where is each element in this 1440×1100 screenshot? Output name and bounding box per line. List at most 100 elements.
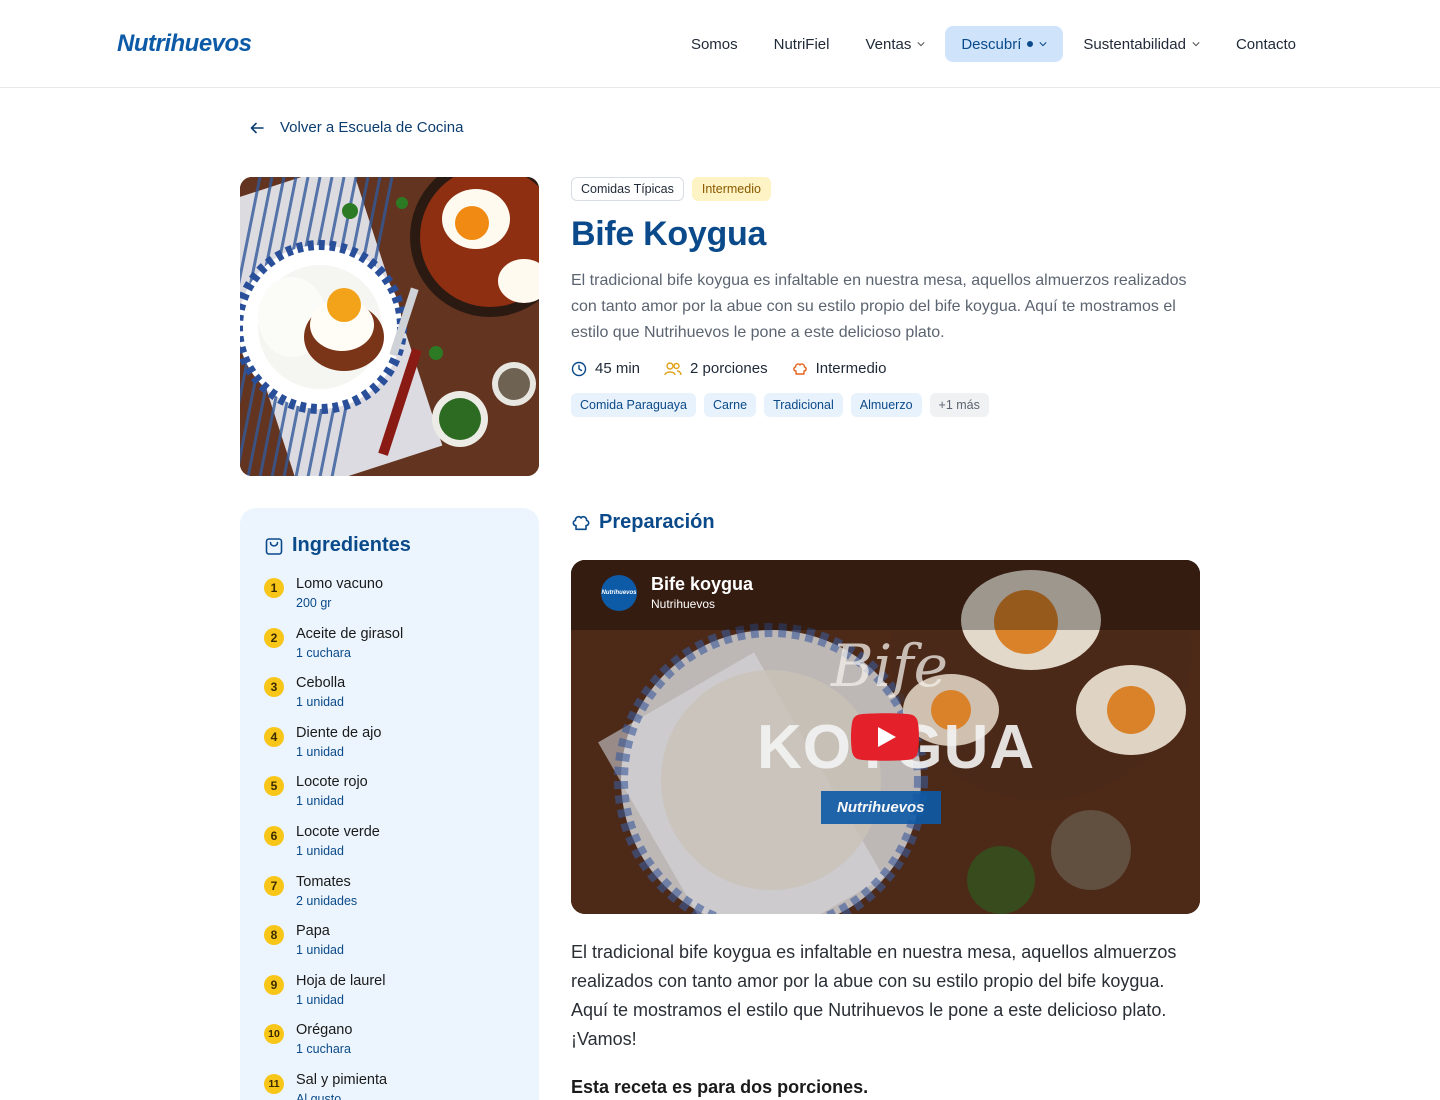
ingredient-qty: Al gusto bbox=[296, 1091, 342, 1100]
list-item: 3 Cebolla 1 unidad bbox=[264, 674, 515, 724]
category-badge: Comidas Típicas bbox=[571, 177, 684, 201]
back-link[interactable]: Volver a Escuela de Cocina bbox=[250, 119, 463, 136]
ingredient-number: 1 bbox=[264, 578, 284, 598]
ingredient-name: Cebolla bbox=[296, 675, 346, 692]
video-player[interactable]: Bife KOYGUA Nutrihuevos Nutrihuevos Bife… bbox=[571, 560, 1200, 914]
nav-label: Descubrí bbox=[961, 35, 1022, 53]
ingredient-name: Lomo vacuno bbox=[296, 576, 384, 592]
nav-label: NutriFiel bbox=[773, 35, 830, 53]
time-meta: 45 min bbox=[571, 360, 640, 377]
more-tags[interactable]: +1 más bbox=[929, 393, 989, 417]
time-value: 45 min bbox=[595, 360, 641, 377]
channel-avatar[interactable]: Nutrihuevos bbox=[601, 574, 637, 611]
list-item: 11 Sal y pimienta Al gusto bbox=[264, 1071, 515, 1100]
nav-label: Somos bbox=[690, 35, 738, 53]
chevron-down-icon bbox=[917, 42, 925, 47]
chevron-down-icon bbox=[1192, 42, 1200, 47]
ingredient-name: Locote verde bbox=[296, 823, 380, 840]
ingredient-name: Papa bbox=[296, 923, 330, 940]
recipe-image bbox=[240, 177, 539, 476]
ingredient-name: Sal y pimienta bbox=[296, 1071, 388, 1088]
logo[interactable]: Nutrihuevos bbox=[117, 30, 252, 58]
ingredient-number: 5 bbox=[264, 776, 284, 797]
shopping-bag-icon bbox=[265, 537, 283, 555]
list-item: 8 Papa 1 unidad bbox=[264, 922, 515, 972]
ingredients-panel: Ingredientes 1 Lomo vacuno 200 gr 2 Aceite … bbox=[240, 508, 539, 1100]
clock-icon bbox=[571, 361, 587, 376]
list-item: 4 Diente de ajo 1 unidad bbox=[264, 724, 515, 774]
back-link-label: Volver a Escuela de Cocina bbox=[280, 119, 464, 136]
tag[interactable]: Tradicional bbox=[764, 393, 843, 417]
ingredient-qty: 1 unidad bbox=[296, 943, 344, 958]
preparation-note: Esta receta es para dos porciones. bbox=[571, 1077, 869, 1097]
video-channel: Nutrihuevos bbox=[651, 597, 716, 611]
preparation-title: Preparación bbox=[599, 511, 715, 533]
nav-item-nutrifiel[interactable]: NutriFiel bbox=[758, 26, 846, 62]
ingredient-qty: 1 unidad bbox=[296, 794, 344, 809]
ingredient-qty: 1 unidad bbox=[296, 744, 344, 759]
ingredient-qty: 2 unidades bbox=[296, 893, 358, 908]
servings-meta: 2 porciones bbox=[664, 360, 768, 377]
recipe-description: El tradicional bife koygua es infaltable… bbox=[571, 272, 1187, 341]
list-item: 6 Locote verde 1 unidad bbox=[264, 823, 515, 873]
badge-row: Comidas Típicas Intermedio bbox=[571, 177, 1201, 201]
chef-hat-icon bbox=[792, 362, 807, 375]
difficulty-value: Intermedio bbox=[815, 360, 887, 377]
nav-item-ventas[interactable]: Ventas bbox=[849, 26, 941, 62]
ingredients-heading: Ingredientes bbox=[264, 534, 515, 557]
ingredient-number: 3 bbox=[264, 677, 284, 698]
list-item: 7 Tomates 2 unidades bbox=[264, 873, 515, 923]
tag[interactable]: Comida Paraguaya bbox=[571, 393, 697, 417]
ingredient-name: Orégano bbox=[296, 1022, 353, 1039]
video-title-row: Nutrihuevos Bife koygua Nutrihuevos bbox=[601, 574, 753, 611]
servings-value: 2 porciones bbox=[690, 360, 768, 377]
ingredient-name: Locote rojo bbox=[296, 774, 368, 791]
nav-item-contacto[interactable]: Contacto bbox=[1220, 26, 1312, 62]
tag[interactable]: Carne bbox=[704, 393, 757, 417]
ingredient-qty: 1 cuchara bbox=[296, 1042, 351, 1057]
tag[interactable]: Almuerzo bbox=[850, 393, 922, 417]
ingredient-qty: 1 cuchara bbox=[296, 645, 351, 660]
list-item: 1 Lomo vacuno 200 gr bbox=[264, 575, 515, 625]
ingredient-number: 4 bbox=[264, 726, 284, 747]
ingredient-number: 2 bbox=[264, 627, 284, 648]
ingredients-title: Ingredientes bbox=[292, 534, 411, 556]
ingredient-name: Aceite de girasol bbox=[296, 625, 404, 642]
ingredient-list: 1 Lomo vacuno 200 gr 2 Aceite de girasol 1 c… bbox=[264, 575, 515, 1100]
list-item: 2 Aceite de girasol 1 cuchara bbox=[264, 625, 515, 675]
ingredient-number: 7 bbox=[264, 875, 284, 896]
chef-hat-icon bbox=[572, 515, 590, 530]
active-dot-icon bbox=[1027, 41, 1034, 47]
list-item: 10 Orégano 1 cuchara bbox=[264, 1021, 515, 1071]
nav-item-descubri[interactable]: Descubrí bbox=[945, 26, 1064, 62]
nav-item-sustentabilidad[interactable]: Sustentabilidad bbox=[1067, 26, 1216, 62]
ingredient-number: 6 bbox=[264, 825, 284, 846]
ingredient-number: 9 bbox=[264, 974, 284, 995]
nav-label: Sustentabilidad bbox=[1083, 35, 1186, 53]
play-button-icon[interactable] bbox=[851, 713, 919, 761]
ingredient-number: 10 bbox=[264, 1024, 284, 1045]
users-icon bbox=[664, 361, 682, 375]
recipe-meta: 45 min 2 porciones Intermedio bbox=[571, 360, 1201, 377]
main-nav: Somos NutriFiel Ventas Descubrí Sustenta… bbox=[675, 26, 1312, 62]
ingredient-qty: 1 unidad bbox=[296, 695, 344, 710]
ingredient-number: 8 bbox=[264, 925, 284, 946]
ingredient-qty: 1 unidad bbox=[296, 992, 344, 1007]
nav-label: Contacto bbox=[1235, 35, 1296, 53]
recipe-title: Bife Koygua bbox=[571, 215, 767, 253]
tag-list: Comida Paraguaya Carne Tradicional Almue… bbox=[571, 393, 1201, 417]
video-overlay-brand: Nutrihuevos bbox=[821, 791, 941, 824]
list-item: 5 Locote rojo 1 unidad bbox=[264, 773, 515, 823]
nav-item-somos[interactable]: Somos bbox=[675, 26, 754, 62]
preparation-heading: Preparación bbox=[571, 511, 715, 534]
chevron-down-icon bbox=[1039, 42, 1047, 47]
arrow-left-icon bbox=[250, 122, 264, 133]
video-overlay-script: Bife bbox=[831, 632, 948, 700]
ingredient-qty: 200 gr bbox=[296, 596, 332, 610]
list-item: 9 Hoja de laurel 1 unidad bbox=[264, 972, 515, 1022]
preparation-paragraph: El tradicional bife koygua es infaltable… bbox=[571, 942, 1177, 1049]
ingredient-name: Hoja de laurel bbox=[296, 972, 386, 989]
difficulty-meta: Intermedio bbox=[792, 360, 887, 377]
site-header: Nutrihuevos Somos NutriFiel Ventas Descu… bbox=[0, 0, 1440, 88]
video-title[interactable]: Bife koygua bbox=[651, 574, 753, 595]
